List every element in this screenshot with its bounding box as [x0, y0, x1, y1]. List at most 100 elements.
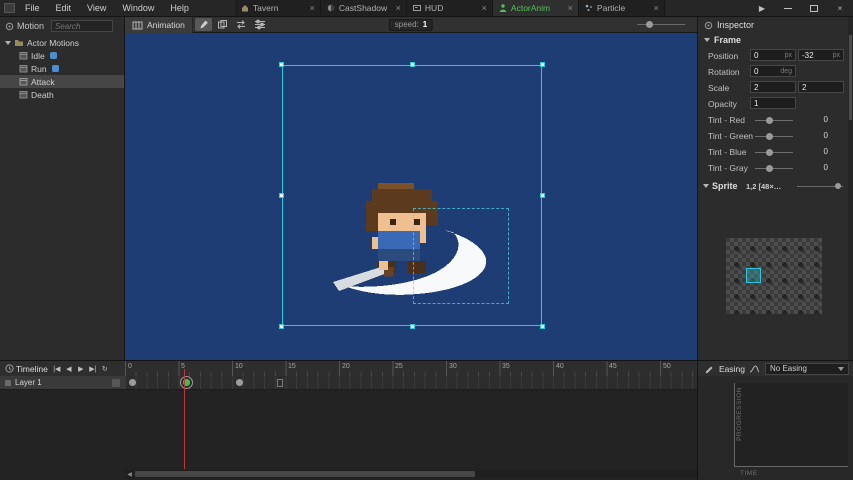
tab-label: Particle: [597, 3, 625, 13]
tab-castshadow[interactable]: CastShadow ×: [321, 0, 407, 16]
curve-icon[interactable]: [749, 364, 760, 374]
maximize-button[interactable]: [801, 0, 827, 16]
tint-gray-slider[interactable]: [755, 168, 793, 169]
keyframe-10[interactable]: [236, 379, 243, 386]
layer-options-button[interactable]: [112, 379, 120, 387]
layer-1-label[interactable]: Layer 1: [0, 376, 125, 390]
tab-actoranim[interactable]: ActorAnim ×: [493, 0, 579, 16]
scroll-left-arrow-icon[interactable]: ◀: [125, 471, 134, 478]
tab-label: HUD: [425, 3, 443, 13]
position-x-field[interactable]: 0 px: [750, 49, 796, 61]
motion-item-death[interactable]: Death: [0, 88, 124, 101]
tint-blue-slider[interactable]: [755, 152, 793, 153]
close-window-button[interactable]: ×: [827, 0, 853, 16]
resize-handle-bottom-middle[interactable]: [410, 324, 415, 329]
skip-end-button[interactable]: ▶|: [88, 365, 98, 373]
play-animation-button[interactable]: ▶: [76, 365, 86, 373]
menu-help[interactable]: Help: [162, 0, 197, 16]
slider-track: [637, 24, 685, 25]
close-icon[interactable]: ×: [310, 3, 315, 13]
layer-1-track[interactable]: [125, 376, 697, 390]
easing-header: Easing No Easing: [698, 361, 853, 376]
resize-handle-bottom-left[interactable]: [279, 324, 284, 329]
skip-start-button[interactable]: |◀: [52, 365, 62, 373]
step-back-button[interactable]: ◀: [64, 365, 74, 373]
tint-green-slider[interactable]: [755, 136, 793, 137]
animation-canvas[interactable]: [125, 33, 697, 360]
inspector-scrollbar[interactable]: [848, 17, 853, 360]
scale-y-field[interactable]: 2: [798, 81, 844, 93]
close-icon[interactable]: ×: [654, 3, 659, 13]
slider-knob[interactable]: [766, 149, 773, 156]
close-icon[interactable]: ×: [482, 3, 487, 13]
menu-window[interactable]: Window: [114, 0, 162, 16]
motion-item-idle[interactable]: Idle: [0, 49, 124, 62]
timeline-panel: Timeline |◀ ◀ ▶ ▶| ↻ 0 5 10 15 20 25 30 …: [0, 360, 697, 480]
timeline-scrollbar[interactable]: ◀: [125, 470, 697, 478]
ruler-number: 45: [609, 363, 617, 370]
resize-handle-top-middle[interactable]: [410, 62, 415, 67]
menu-view[interactable]: View: [79, 0, 114, 16]
motion-item-run[interactable]: Run: [0, 62, 124, 75]
tavern-icon: [240, 3, 250, 13]
tint-gray-label: Tint - Gray: [708, 163, 748, 173]
tree-root-actor-motions[interactable]: Actor Motions: [0, 36, 124, 49]
resize-handle-middle-right[interactable]: [540, 193, 545, 198]
playhead[interactable]: [184, 369, 185, 469]
tab-particle[interactable]: Particle ×: [579, 0, 665, 16]
motion-item-attack[interactable]: Attack: [0, 75, 124, 88]
tint-red-value: 0: [808, 115, 828, 124]
tint-red-slider[interactable]: [755, 120, 793, 121]
opacity-field[interactable]: 1: [750, 97, 796, 109]
menu-file[interactable]: File: [17, 0, 48, 16]
slider-knob[interactable]: [835, 183, 841, 189]
resize-handle-middle-left[interactable]: [279, 193, 284, 198]
resize-handle-top-right[interactable]: [540, 62, 545, 67]
close-icon[interactable]: ×: [568, 3, 573, 13]
slider-knob[interactable]: [766, 133, 773, 140]
frame-section-header[interactable]: Frame: [698, 33, 853, 48]
sprite-zoom-slider[interactable]: [797, 182, 843, 191]
search-input[interactable]: [51, 20, 113, 32]
slider-knob[interactable]: [646, 21, 653, 28]
tab-hud[interactable]: HUD ×: [407, 0, 493, 16]
spritesheet-preview[interactable]: [726, 238, 822, 314]
selection-box[interactable]: [282, 65, 542, 326]
scale-x-field[interactable]: 2: [750, 81, 796, 93]
duplicate-frame-button[interactable]: [214, 18, 231, 31]
speed-value[interactable]: 1: [423, 20, 427, 29]
animation-end-marker[interactable]: [277, 379, 283, 387]
slider-knob[interactable]: [766, 117, 773, 124]
chevron-down-icon: [703, 184, 709, 188]
rotation-field[interactable]: 0 deg: [750, 65, 796, 77]
canvas-zoom-slider[interactable]: [637, 18, 685, 31]
close-icon[interactable]: ×: [396, 3, 401, 13]
swap-frames-button[interactable]: [233, 18, 250, 31]
motion-item-label: Death: [31, 90, 54, 100]
scrollbar-thumb[interactable]: [135, 471, 475, 477]
tab-tavern[interactable]: Tavern ×: [235, 0, 321, 16]
keyframe-0[interactable]: [129, 379, 136, 386]
inspector-header: Inspector: [698, 17, 853, 33]
frame-properties-button[interactable]: [252, 18, 269, 31]
menu-edit[interactable]: Edit: [48, 0, 80, 16]
easing-dropdown[interactable]: No Easing: [765, 363, 849, 375]
play-button[interactable]: ▶: [749, 0, 775, 16]
chevron-down-icon[interactable]: [5, 41, 11, 45]
resize-handle-bottom-right[interactable]: [540, 324, 545, 329]
brush-tool-button[interactable]: [195, 18, 212, 31]
slider-knob[interactable]: [766, 165, 773, 172]
minimize-button[interactable]: [775, 0, 801, 16]
loop-button[interactable]: ↻: [100, 365, 110, 373]
opacity-row: Opacity 1: [698, 96, 853, 112]
position-x-value: 0: [754, 51, 758, 60]
resize-handle-top-left[interactable]: [279, 62, 284, 67]
scrollbar-thumb[interactable]: [849, 35, 852, 120]
animation-tab-label: Animation: [147, 20, 185, 30]
speed-field[interactable]: speed: 1: [389, 19, 433, 31]
animation-tab[interactable]: Animation: [125, 17, 193, 33]
motion-clip-icon: [19, 77, 28, 86]
sprite-section-header[interactable]: Sprite 1,2 [48×…: [698, 179, 853, 195]
position-y-field[interactable]: -32 px: [798, 49, 844, 61]
frame-ruler[interactable]: 0 5 10 15 20 25 30 35 40 45 50: [125, 361, 697, 376]
